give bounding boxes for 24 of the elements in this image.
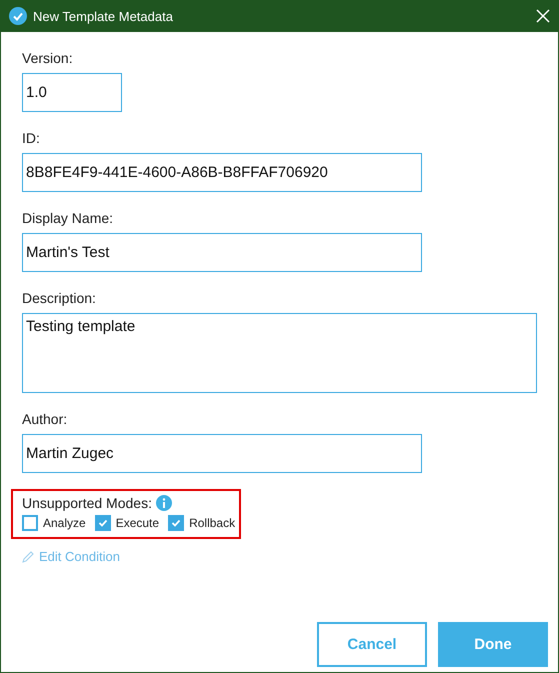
checkbox[interactable] <box>168 515 184 531</box>
close-icon[interactable] <box>536 9 550 23</box>
checkmark-icon <box>171 518 182 528</box>
modes-label: Unsupported Modes: <box>22 495 152 511</box>
input-field[interactable]: Martin Zugec <box>22 434 422 473</box>
input-field[interactable]: Testing template <box>22 313 537 393</box>
checkbox[interactable] <box>94 515 111 531</box>
field-label: ID: <box>22 129 40 148</box>
mode-checkbox[interactable]: Rollback <box>168 515 236 531</box>
field-label: Description: <box>22 289 96 308</box>
field-label: Author: <box>22 410 68 429</box>
check-icon <box>9 7 27 25</box>
input-field[interactable]: 1.0 <box>22 73 122 112</box>
checkmark-icon <box>98 518 108 528</box>
checkbox[interactable] <box>22 515 38 531</box>
input-field[interactable]: 8B8FE4F9-441E-4600-A86B-B8FFAF706920 <box>22 153 422 192</box>
mode-checkbox[interactable]: Analyze <box>22 515 86 531</box>
mode-checkbox[interactable]: Execute <box>94 515 160 531</box>
info-icon[interactable] <box>156 495 172 511</box>
window-title: New Template Metadata <box>33 8 174 24</box>
pencil-icon <box>22 550 35 563</box>
field-label: Display Name: <box>22 209 114 228</box>
input-field[interactable]: Martin's Test <box>22 233 422 272</box>
field-label: Version: <box>22 49 73 68</box>
